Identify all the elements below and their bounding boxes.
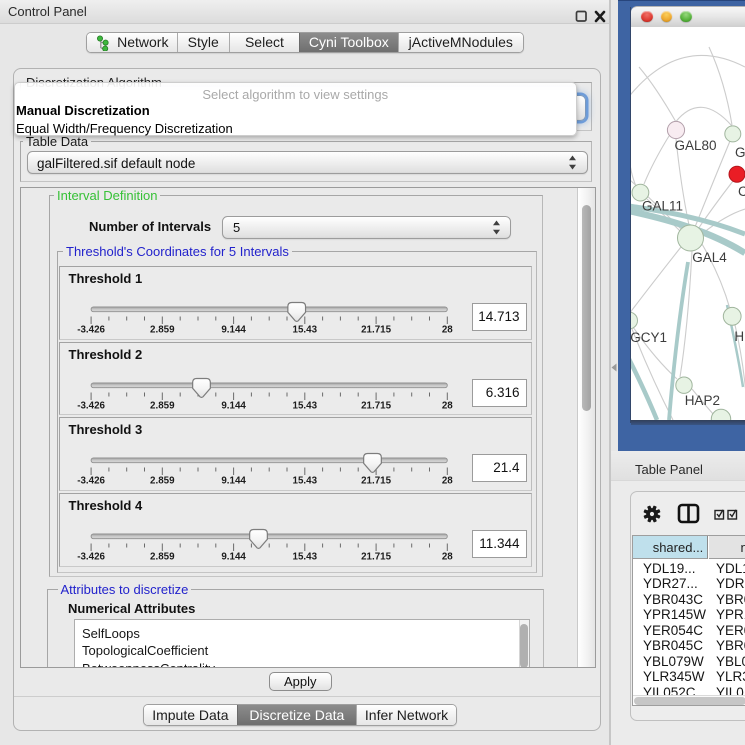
svg-text:21.715: 21.715 bbox=[361, 325, 392, 336]
svg-text:2.859: 2.859 bbox=[150, 400, 175, 411]
svg-text:28: 28 bbox=[441, 476, 452, 487]
svg-text:GAL4: GAL4 bbox=[692, 250, 727, 265]
svg-text:21.715: 21.715 bbox=[361, 476, 392, 487]
svg-text:15.43: 15.43 bbox=[292, 400, 317, 411]
svg-text:9.144: 9.144 bbox=[221, 400, 246, 411]
svg-text:2.859: 2.859 bbox=[150, 552, 175, 563]
svg-text:15.43: 15.43 bbox=[292, 325, 317, 336]
svg-text:GAL80: GAL80 bbox=[675, 138, 717, 153]
svg-text:GA: GA bbox=[735, 145, 745, 160]
svg-text:GAL11: GAL11 bbox=[642, 199, 683, 214]
svg-text:2.859: 2.859 bbox=[150, 476, 175, 487]
svg-text:-3.426: -3.426 bbox=[77, 552, 105, 563]
svg-text:C: C bbox=[738, 184, 745, 199]
svg-text:HAP2: HAP2 bbox=[685, 393, 720, 408]
svg-text:28: 28 bbox=[441, 400, 452, 411]
svg-text:2.859: 2.859 bbox=[150, 325, 175, 336]
svg-text:28: 28 bbox=[441, 552, 452, 563]
svg-text:9.144: 9.144 bbox=[221, 552, 246, 563]
svg-text:-3.426: -3.426 bbox=[77, 325, 105, 336]
svg-text:-3.426: -3.426 bbox=[77, 400, 105, 411]
svg-text:21.715: 21.715 bbox=[361, 400, 392, 411]
svg-text:GCY1: GCY1 bbox=[631, 330, 667, 345]
svg-text:9.144: 9.144 bbox=[221, 325, 246, 336]
svg-text:-3.426: -3.426 bbox=[77, 476, 105, 487]
svg-text:15.43: 15.43 bbox=[292, 476, 317, 487]
svg-text:15.43: 15.43 bbox=[292, 552, 317, 563]
svg-text:H: H bbox=[734, 329, 744, 344]
svg-text:9.144: 9.144 bbox=[221, 476, 246, 487]
svg-text:21.715: 21.715 bbox=[361, 552, 392, 563]
svg-text:28: 28 bbox=[441, 325, 452, 336]
